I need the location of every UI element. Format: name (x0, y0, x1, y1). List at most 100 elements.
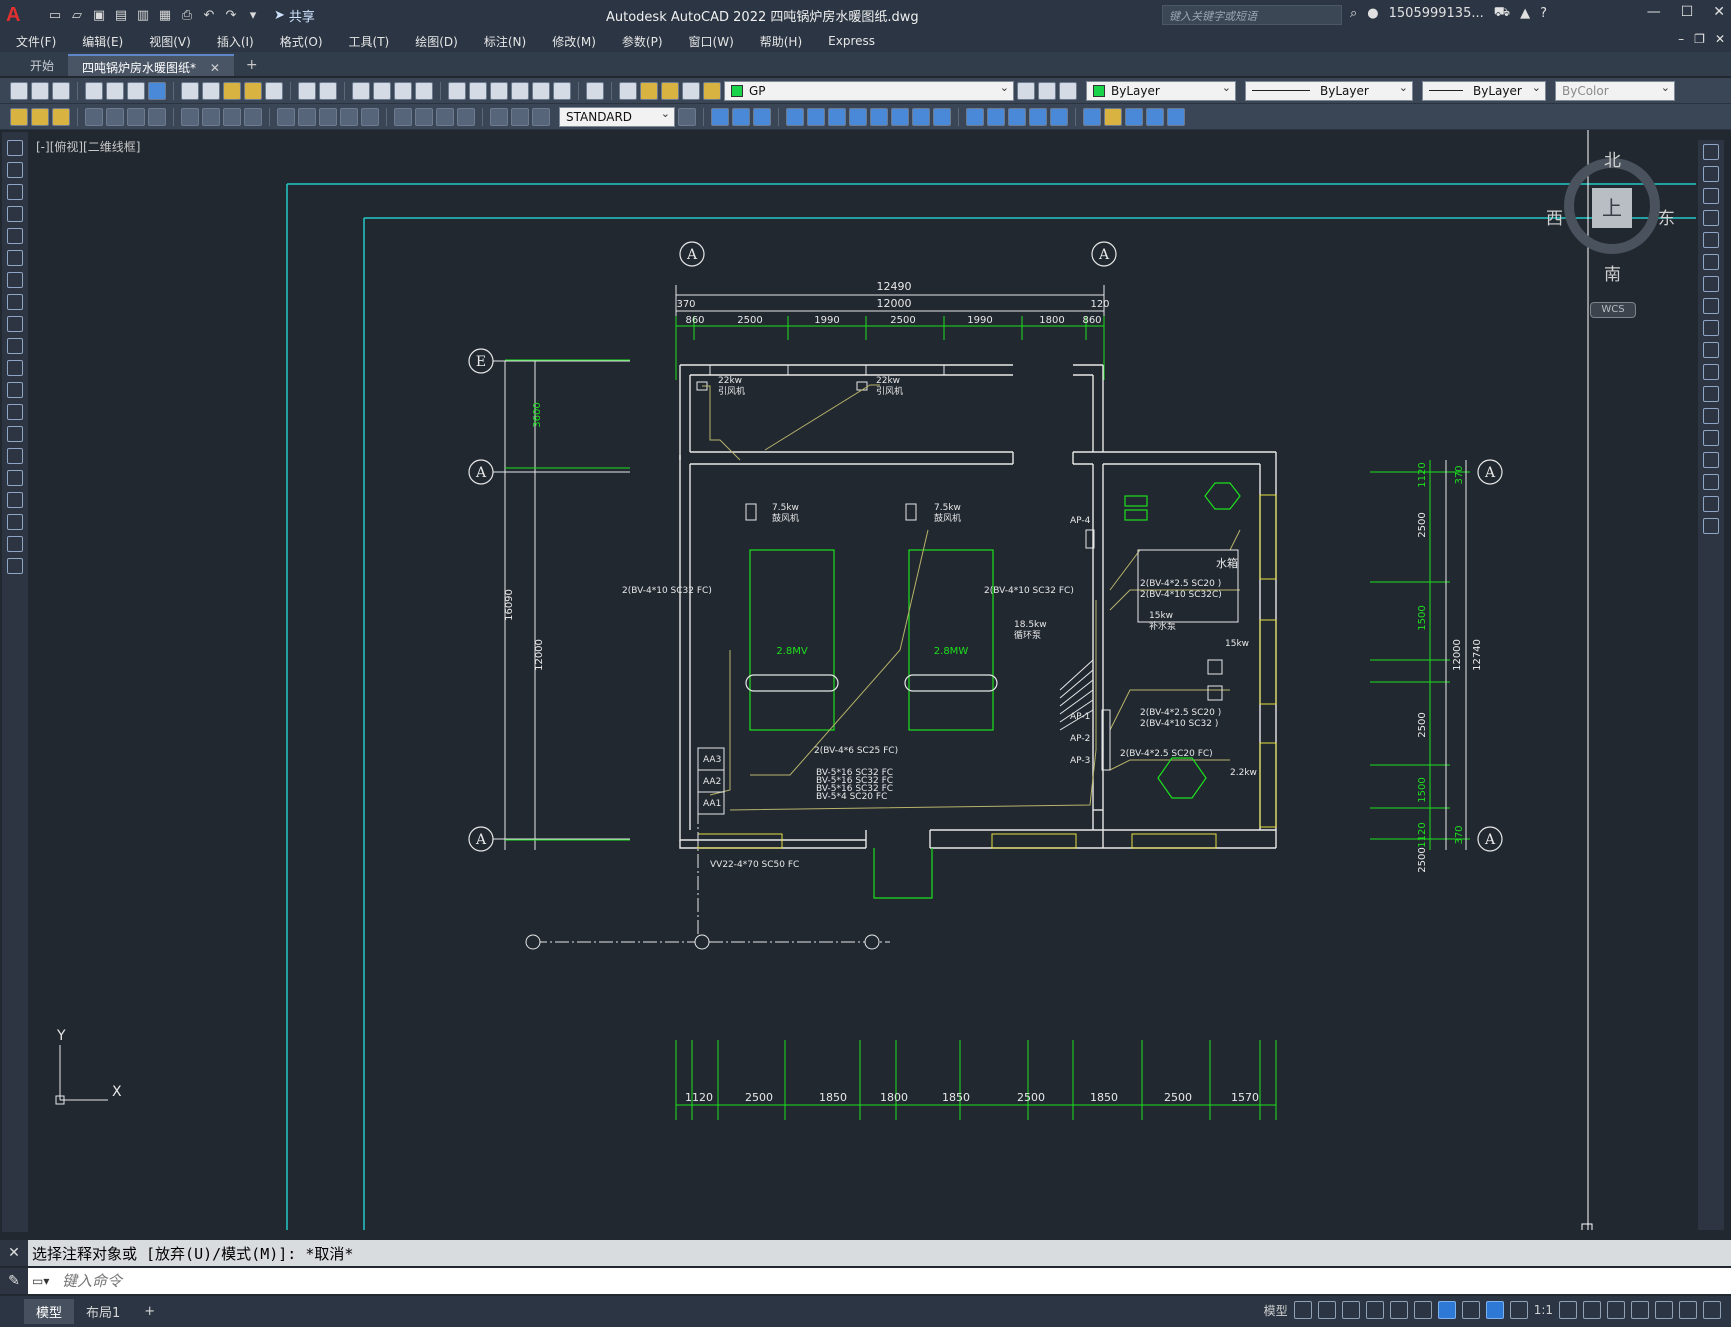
rectangle-icon[interactable] (7, 228, 23, 244)
import-icon[interactable]: ▦ (156, 6, 174, 24)
trim-icon[interactable] (912, 107, 930, 126)
plot-icon[interactable]: ⎙ (178, 6, 196, 24)
new-file-icon[interactable]: ▭ (46, 6, 64, 24)
menu-modify[interactable]: 修改(M) (552, 33, 596, 50)
rotate-icon[interactable] (849, 107, 867, 126)
zoom-realtime-icon[interactable] (373, 81, 391, 100)
center-mark-icon[interactable] (415, 107, 433, 126)
markup-icon[interactable] (532, 81, 550, 100)
zoom-window-icon[interactable] (394, 81, 412, 100)
color-dropdown[interactable]: ByLayer (1086, 80, 1236, 101)
tab-close-icon[interactable]: ✕ (210, 61, 220, 75)
user-account[interactable]: 1505999135... (1389, 6, 1484, 21)
break-icon[interactable] (966, 107, 984, 126)
isometric-icon[interactable] (1389, 1301, 1408, 1319)
3d-print-icon[interactable] (148, 81, 166, 100)
angular-dimension-icon[interactable] (244, 107, 262, 126)
menu-express[interactable]: Express (828, 34, 875, 48)
menu-insert[interactable]: 插入(I) (217, 33, 254, 50)
object-snap-icon[interactable] (1437, 1301, 1456, 1319)
isolate-objects-icon[interactable] (1631, 1301, 1649, 1319)
line-icon[interactable] (7, 140, 23, 156)
tool-palettes-icon[interactable] (490, 81, 508, 100)
point-icon[interactable] (1125, 107, 1143, 126)
ellipse-icon[interactable] (7, 338, 23, 354)
menu-file[interactable]: 文件(F) (16, 33, 56, 50)
annotation-scale[interactable]: 1:1 (1534, 1303, 1553, 1317)
hardware-acceleration-icon[interactable] (1655, 1301, 1673, 1319)
fillet-icon[interactable] (1029, 107, 1047, 126)
ordinate-dimension-icon[interactable] (148, 107, 166, 126)
plot-toolbar-icon[interactable] (85, 81, 103, 100)
doc-restore-button[interactable]: ❐ (1694, 32, 1705, 46)
layer-viewport-icon[interactable] (682, 81, 700, 100)
annotation-visibility-icon[interactable] (1485, 1301, 1504, 1319)
baseline-dimension-icon[interactable] (298, 107, 316, 126)
stretch-modify-icon[interactable] (1703, 320, 1719, 336)
cart-icon[interactable]: ⛟ (1494, 5, 1510, 22)
join-icon[interactable] (987, 107, 1005, 126)
zoom-previous-icon[interactable] (415, 81, 433, 100)
snap-icon[interactable] (1317, 1301, 1336, 1319)
compass-east[interactable]: 东 (1658, 204, 1675, 229)
layer-previous-icon[interactable] (1038, 81, 1056, 100)
tab-drawing[interactable]: 四吨锅炉房水暖图纸* ✕ (68, 54, 234, 76)
save-toolbar-icon[interactable] (52, 81, 70, 100)
viewport-controls[interactable]: [-][俯视][二维线框] (36, 138, 140, 155)
match-properties-icon[interactable] (244, 81, 262, 100)
polygon-icon[interactable] (7, 206, 23, 222)
menu-draw[interactable]: 绘图(D) (415, 33, 458, 50)
layer-dropdown[interactable]: GP (724, 80, 1014, 101)
menu-parametric[interactable]: 参数(P) (622, 33, 663, 50)
wcs-menu[interactable]: WCS (1590, 302, 1636, 318)
erase-icon[interactable] (711, 107, 729, 126)
jogged-linear-icon[interactable] (457, 107, 475, 126)
auto-scale-icon[interactable] (1509, 1301, 1528, 1319)
compass-south[interactable]: 南 (1604, 260, 1621, 285)
sheet-set-icon[interactable] (511, 81, 529, 100)
menu-help[interactable]: 帮助(H) (760, 33, 802, 50)
extend-icon[interactable] (933, 107, 951, 126)
arc-icon[interactable] (7, 250, 23, 266)
menu-tools[interactable]: 工具(T) (349, 33, 390, 50)
paste-icon[interactable] (223, 81, 241, 100)
maximize-button[interactable]: ☐ (1681, 4, 1694, 20)
explode-modify-icon[interactable] (1703, 518, 1719, 534)
insert-icon[interactable] (7, 382, 23, 398)
open-file-icon[interactable]: ▱ (68, 6, 86, 24)
move-icon[interactable] (828, 107, 846, 126)
ellipse-arc-icon[interactable] (7, 360, 23, 376)
table-draw-icon[interactable] (7, 514, 23, 530)
view-cube-top-face[interactable]: 上 (1592, 188, 1632, 228)
layer-state-icon[interactable] (1059, 81, 1077, 100)
menu-format[interactable]: 格式(O) (280, 33, 323, 50)
save-as-icon[interactable]: ▤ (112, 6, 130, 24)
grip-point[interactable] (1581, 1223, 1593, 1230)
redo-icon[interactable]: ↷ (222, 6, 240, 24)
menu-window[interactable]: 窗口(W) (689, 33, 734, 50)
autocad-logo-icon[interactable]: A (6, 3, 32, 27)
hatch-draw-icon[interactable] (7, 448, 23, 464)
tab-start[interactable]: 开始 (16, 54, 68, 76)
erase-modify-icon[interactable] (1703, 144, 1719, 160)
autodesk-app-icon[interactable]: ▲ (1520, 6, 1530, 21)
offset-modify-icon[interactable] (1703, 210, 1719, 226)
array-icon[interactable] (807, 107, 825, 126)
help-icon[interactable]: ? (1540, 6, 1547, 21)
break-modify-icon[interactable] (1703, 408, 1719, 424)
save-icon[interactable]: ▣ (90, 6, 108, 24)
create-block-icon[interactable] (1104, 107, 1122, 126)
publish-toolbar-icon[interactable] (127, 81, 145, 100)
stretch-icon[interactable] (891, 107, 909, 126)
dimension-space-icon[interactable] (340, 107, 358, 126)
arc-length-icon[interactable] (127, 107, 145, 126)
construction-line-icon[interactable] (7, 162, 23, 178)
layer-freeze-icon[interactable] (661, 81, 679, 100)
scale-icon[interactable] (870, 107, 888, 126)
lineweight-icon[interactable] (1461, 1301, 1480, 1319)
join-modify-icon[interactable] (1703, 430, 1719, 446)
explode-icon[interactable] (1050, 107, 1068, 126)
design-center-icon[interactable] (469, 81, 487, 100)
revision-cloud-icon[interactable] (7, 294, 23, 310)
menu-view[interactable]: 视图(V) (149, 33, 191, 50)
